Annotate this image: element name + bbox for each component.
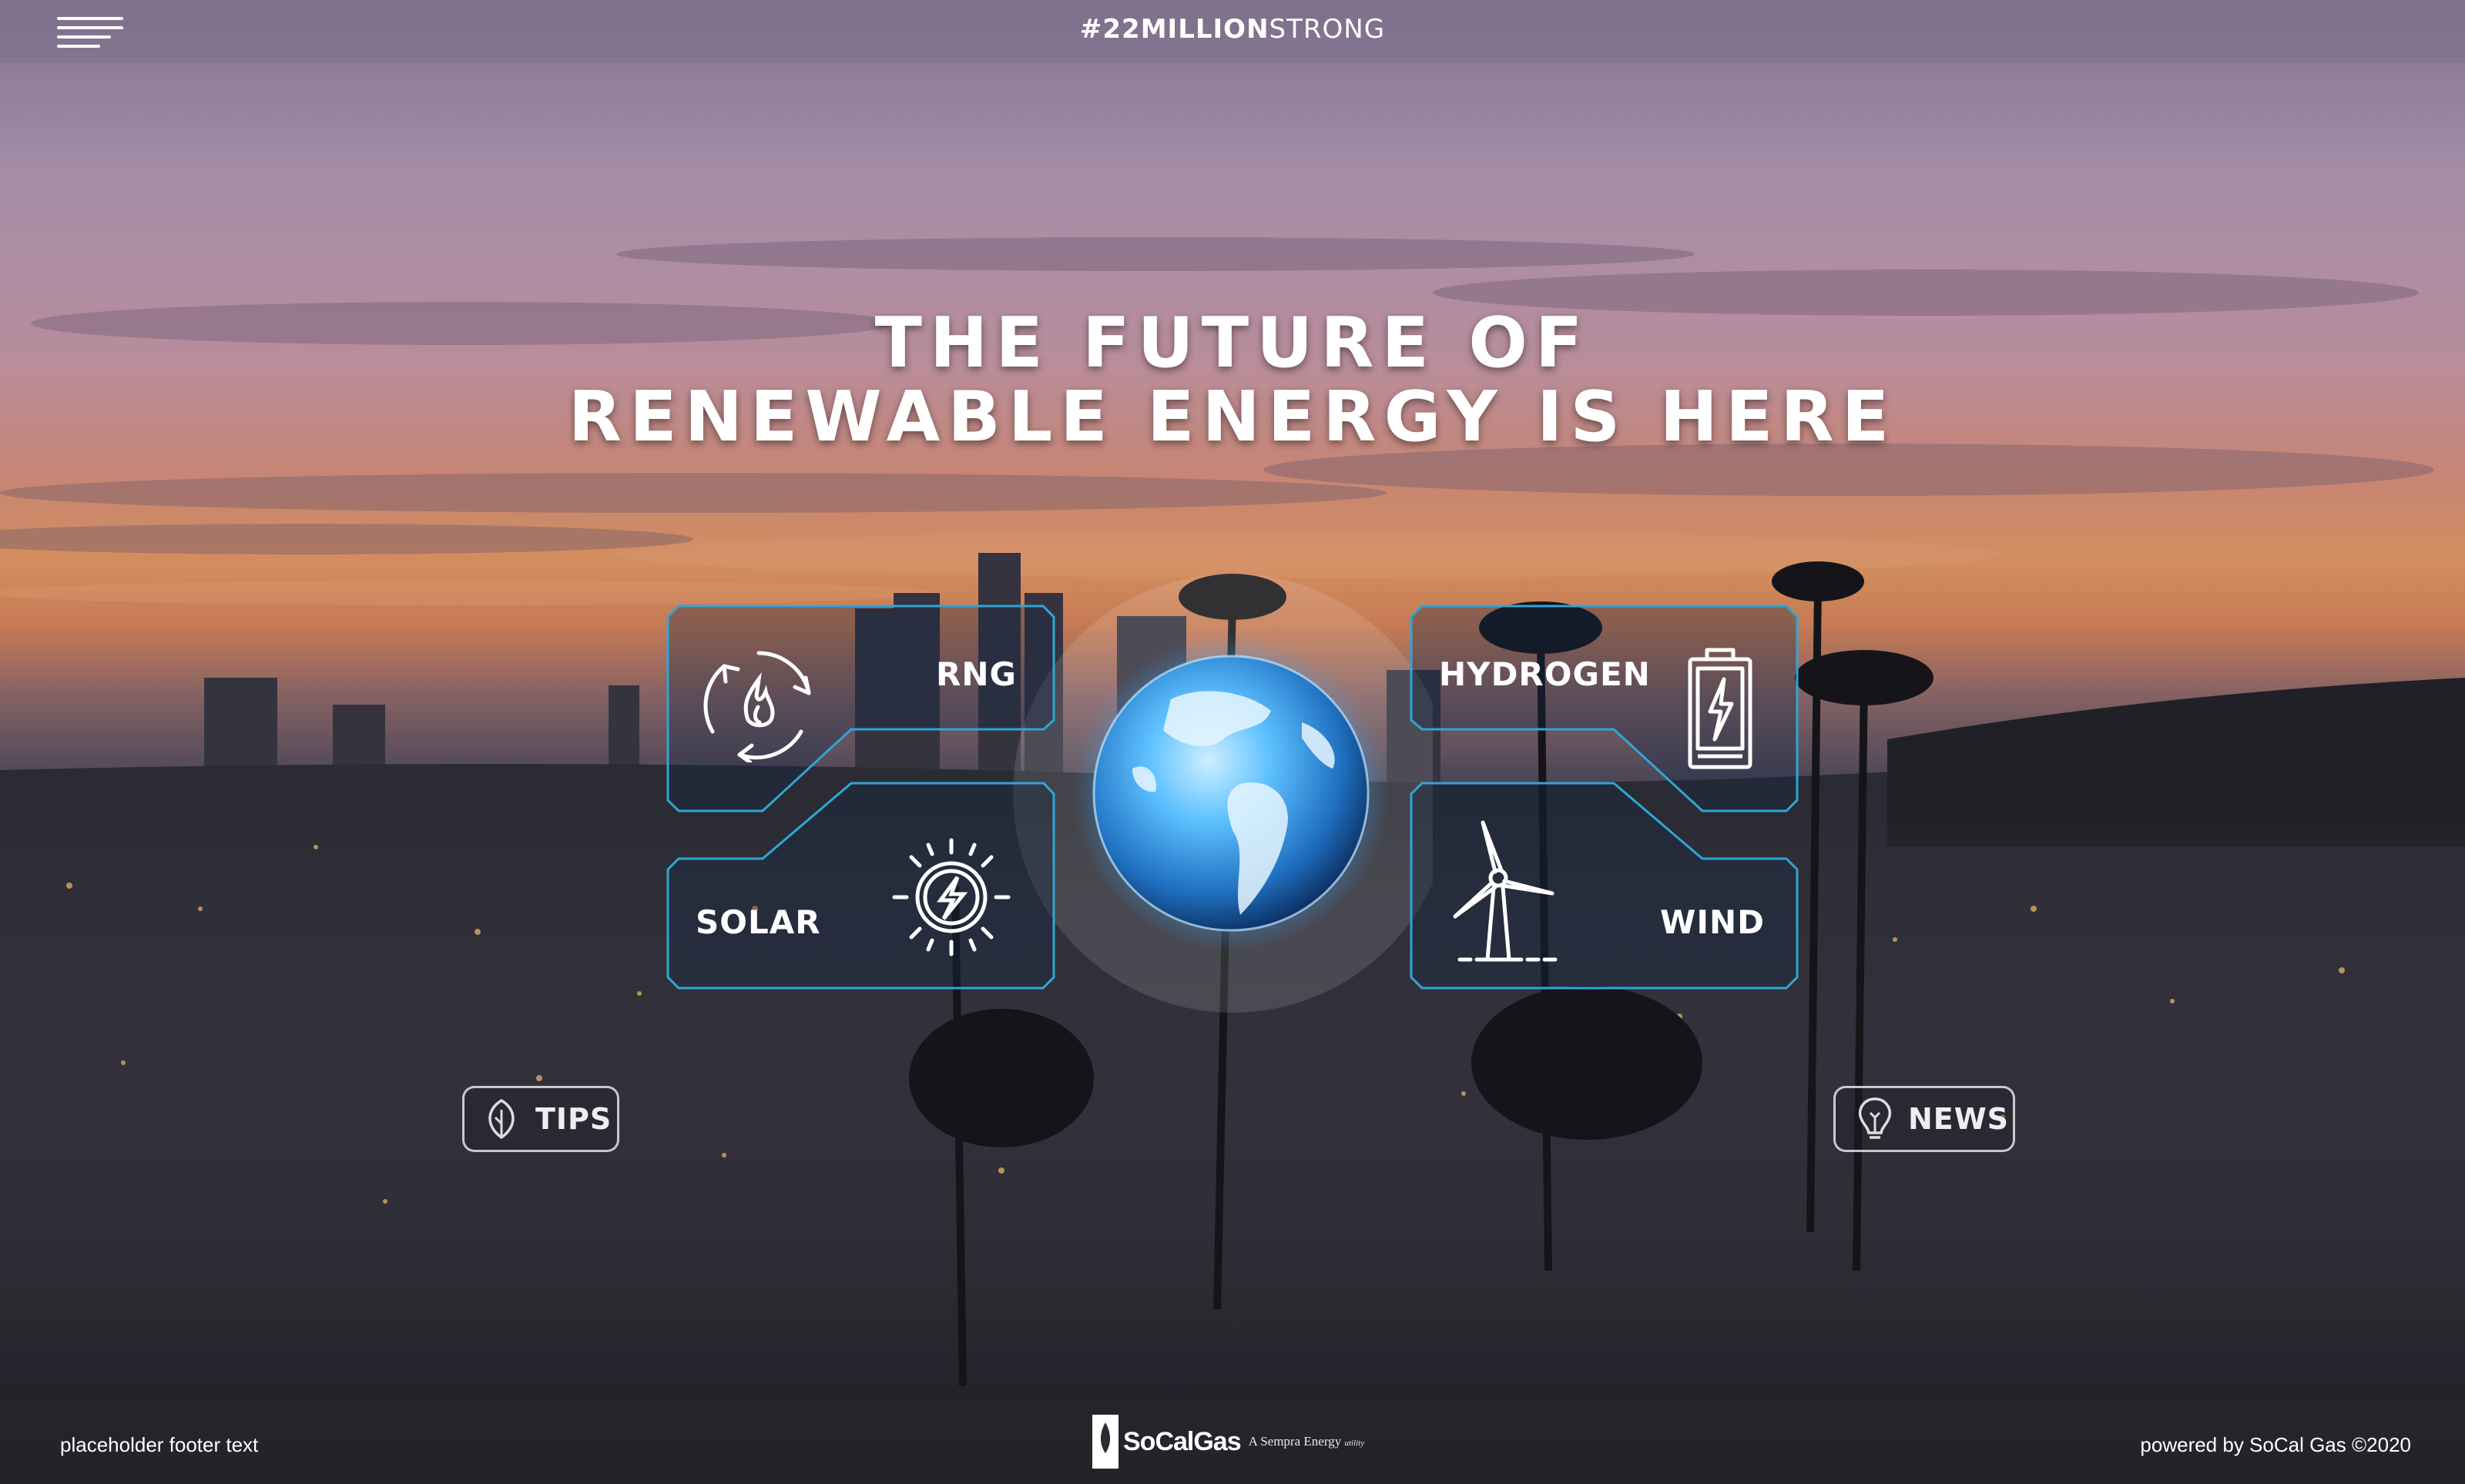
socalgas-logo[interactable]: SoCalGas A Sempra Energy utility [1092,1415,1364,1469]
footer-placeholder-text: placeholder footer text [60,1433,259,1456]
hashtag-bold: #22MILLION [1079,14,1269,45]
news-label: NEWS [1908,1102,2010,1136]
lightbulb-icon [1858,1097,1892,1139]
tips-button[interactable]: TIPS [462,1086,619,1152]
hero-title-line-1: THE FUTURE OF [874,303,1591,384]
brand-subline-text: A Sempra Energy [1248,1434,1342,1449]
brand-name: SoCalGas [1123,1426,1242,1456]
footer-bar: placeholder footer text SoCalGas A Sempr… [0,1399,2465,1484]
brand-subline-small: utility [1344,1439,1365,1448]
hashtag-light: STRONG [1269,14,1386,45]
footer-copyright: powered by SoCal Gas ©2020 [2140,1433,2411,1456]
tile-solar-label: SOLAR [696,903,821,941]
campaign-hashtag: #22MILLIONSTRONG [0,14,2465,45]
battery-bolt-icon [1685,647,1755,774]
leaf-icon [488,1098,515,1140]
hero-title: THE FUTURE OF RENEWABLE ENERGY IS HERE [0,307,2465,454]
tips-label: TIPS [535,1102,612,1136]
sun-bolt-icon [890,836,1013,963]
tile-wind[interactable]: WIND [1410,782,1799,990]
tile-wind-label: WIND [1660,903,1765,941]
tile-solar[interactable]: SOLAR [666,782,1055,990]
flame-logo-icon [1092,1415,1118,1469]
news-button[interactable]: NEWS [1833,1086,2015,1152]
top-header-bar: #22MILLIONSTRONG [0,0,2465,63]
tile-rng-label: RNG [936,655,1017,693]
wind-turbine-icon [1444,816,1568,974]
recycle-flame-icon [701,647,817,766]
globe-icon[interactable] [1017,576,1448,1007]
brand-subline: A Sempra Energy utility [1249,1434,1364,1449]
hero-title-line-2: RENEWABLE ENERGY IS HERE [568,377,1897,457]
tile-hydrogen-label: HYDROGEN [1439,655,1651,693]
